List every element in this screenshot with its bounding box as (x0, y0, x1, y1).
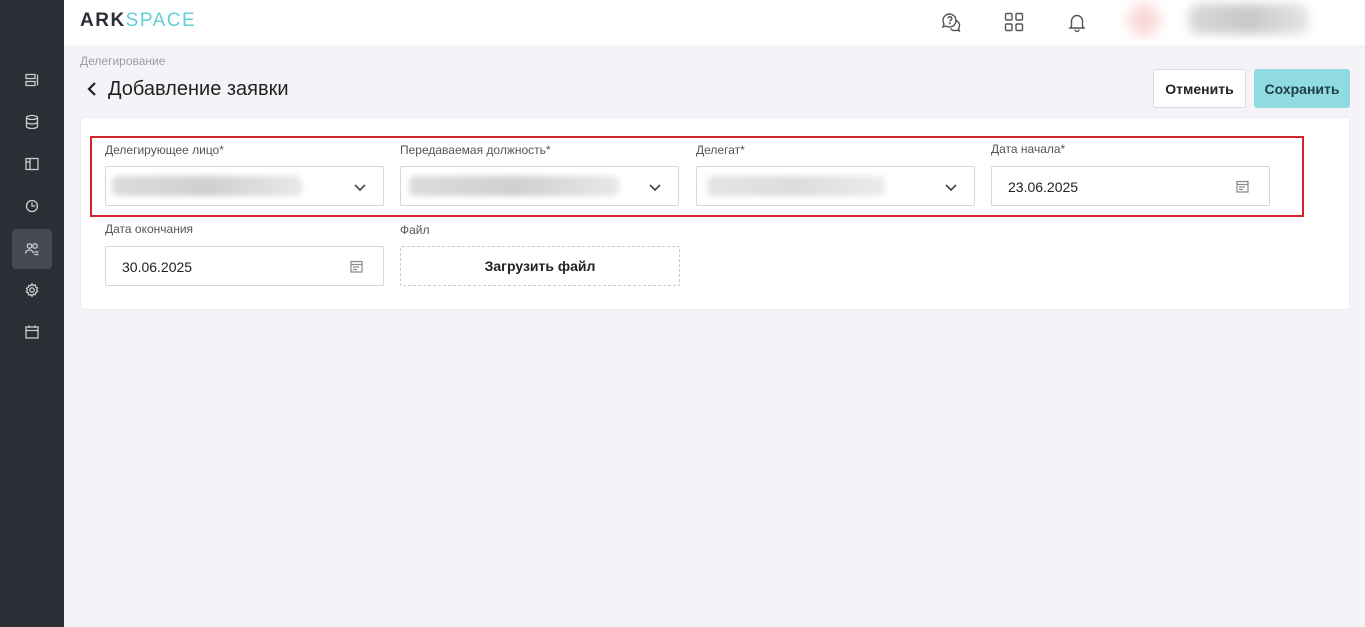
logo-text-ark: ARK (80, 10, 126, 31)
chevron-down-icon (353, 180, 367, 194)
users-icon (24, 243, 39, 256)
start-date-value: 23.06.2025 (1008, 179, 1079, 195)
calendar-icon[interactable] (350, 260, 363, 273)
user-menu[interactable] (1189, 4, 1309, 34)
sidebar-item-reports[interactable] (12, 186, 52, 226)
list-icon (25, 73, 39, 87)
bell-icon (1068, 14, 1086, 33)
position-select[interactable] (400, 166, 679, 206)
end-date-value: 30.06.2025 (122, 259, 193, 275)
sidebar-item-settings[interactable] (12, 270, 52, 310)
logo-text-space: SPACE (125, 10, 197, 31)
end-date-input[interactable]: 30.06.2025 (105, 246, 384, 286)
top-bar: ARKSPACE (64, 0, 1365, 45)
upload-file-button[interactable]: Загрузить файл (400, 246, 680, 286)
notifications-button[interactable] (1065, 10, 1089, 34)
delegator-value (112, 176, 302, 196)
layout-icon (25, 157, 39, 171)
apps-grid-icon (1004, 12, 1024, 32)
position-value (409, 176, 619, 196)
cancel-button[interactable]: Отменить (1153, 69, 1246, 108)
breadcrumb[interactable]: Делегирование (80, 54, 165, 68)
file-label: Файл (400, 223, 430, 237)
sidebar-item-list[interactable] (12, 60, 52, 100)
database-icon (25, 114, 39, 130)
calendar-icon (25, 325, 39, 339)
page-title: Добавление заявки (108, 78, 289, 100)
chevron-down-icon (648, 180, 662, 194)
delegate-value (707, 176, 885, 196)
sidebar-item-layout[interactable] (12, 144, 52, 184)
start-date-label: Дата начала* (991, 142, 1066, 156)
help-chat-icon (941, 13, 961, 33)
avatar[interactable] (1124, 0, 1164, 40)
delegate-label: Делегат* (696, 143, 745, 157)
pie-chart-icon (25, 199, 39, 213)
back-button[interactable] (82, 78, 102, 100)
sidebar (0, 0, 64, 627)
position-label: Передаваемая должность* (400, 143, 551, 157)
chevron-left-icon (87, 82, 96, 96)
end-date-label: Дата окончания (105, 222, 194, 236)
chevron-down-icon (944, 180, 958, 194)
gear-icon (25, 282, 39, 298)
sidebar-item-calendar[interactable] (12, 312, 52, 352)
delegate-select[interactable] (696, 166, 975, 206)
delegator-label: Делегирующее лицо* (105, 143, 224, 157)
sidebar-item-delegation[interactable] (12, 229, 52, 269)
logo[interactable]: ARKSPACE (80, 10, 196, 32)
start-date-input[interactable]: 23.06.2025 (991, 166, 1270, 206)
delegator-select[interactable] (105, 166, 384, 206)
apps-button[interactable] (1002, 10, 1026, 34)
help-button[interactable] (939, 10, 963, 34)
calendar-icon[interactable] (1236, 180, 1249, 193)
save-button[interactable]: Сохранить (1254, 69, 1350, 108)
sidebar-item-database[interactable] (12, 102, 52, 142)
